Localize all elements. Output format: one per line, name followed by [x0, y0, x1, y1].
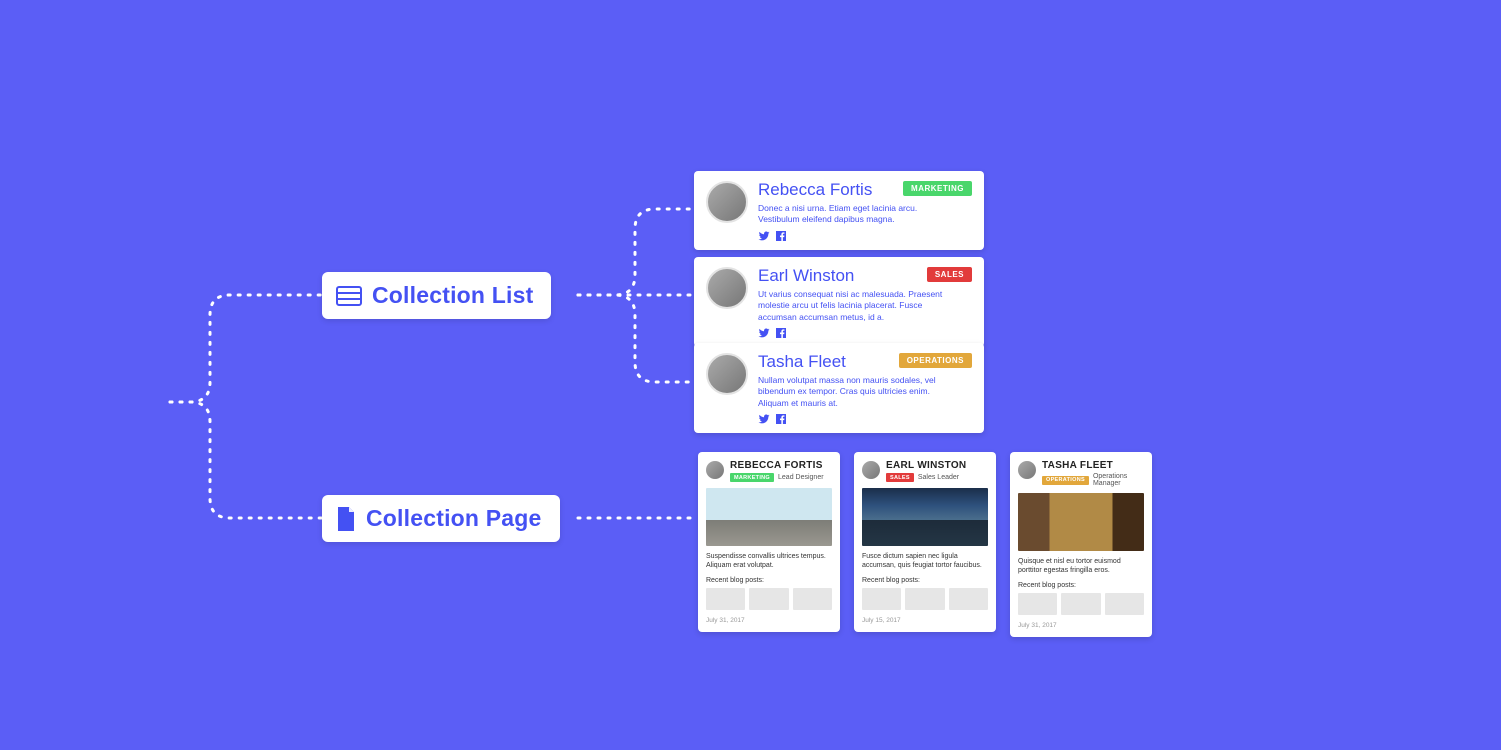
page-summary: Fusce dictum sapien nec ligula accumsan,… [862, 552, 988, 571]
collection-list-text: Collection List [372, 282, 533, 309]
thumbnail [1061, 593, 1100, 615]
list-item: SALES Earl Winston Ut varius consequat n… [694, 257, 984, 347]
page-date: July 31, 2017 [1018, 622, 1144, 629]
page-card: REBECCA FORTIS MARKETING Lead Designer S… [698, 452, 840, 632]
department-badge: MARKETING [730, 473, 774, 482]
department-badge: SALES [927, 267, 972, 282]
department-badge: OPERATIONS [1042, 476, 1089, 485]
list-item: MARKETING Rebecca Fortis Donec a nisi ur… [694, 171, 984, 250]
avatar [706, 181, 748, 223]
thumbnail [749, 588, 788, 610]
department-badge: OPERATIONS [899, 353, 972, 368]
page-date: July 31, 2017 [706, 617, 832, 624]
collection-page-label: Collection Page [322, 495, 560, 542]
hero-image [706, 488, 832, 546]
recent-thumbnails [862, 588, 988, 610]
list-item: OPERATIONS Tasha Fleet Nullam volutpat m… [694, 343, 984, 433]
recent-thumbnails [706, 588, 832, 610]
page-summary: Quisque et nisl eu tortor euismod portti… [1018, 557, 1144, 576]
avatar [706, 353, 748, 395]
department-badge: MARKETING [903, 181, 972, 196]
recent-label: Recent blog posts: [706, 577, 832, 584]
thumbnail [793, 588, 832, 610]
person-desc: Donec a nisi urna. Etiam eget lacinia ar… [758, 203, 948, 226]
page-date: July 15, 2017 [862, 617, 988, 624]
thumbnail [1105, 593, 1144, 615]
person-desc: Ut varius consequat nisi ac malesuada. P… [758, 289, 948, 323]
page-summary: Suspendisse convallis ultrices tempus. A… [706, 552, 832, 571]
thumbnail [949, 588, 988, 610]
thumbnail [1018, 593, 1057, 615]
avatar [706, 267, 748, 309]
thumbnail [706, 588, 745, 610]
person-name: TASHA FLEET [1042, 460, 1144, 471]
thumbnail [862, 588, 901, 610]
list-icon [336, 286, 362, 306]
twitter-icon [758, 327, 770, 339]
avatar [1018, 461, 1036, 479]
recent-thumbnails [1018, 593, 1144, 615]
person-role: Lead Designer [778, 474, 824, 481]
department-badge: SALES [886, 473, 914, 482]
avatar [706, 461, 724, 479]
person-role: Operations Manager [1093, 473, 1144, 487]
recent-label: Recent blog posts: [1018, 582, 1144, 589]
person-desc: Nullam volutpat massa non mauris sodales… [758, 375, 948, 409]
facebook-icon [775, 413, 787, 425]
person-name: REBECCA FORTIS [730, 460, 824, 471]
page-card: EARL WINSTON SALES Sales Leader Fusce di… [854, 452, 996, 632]
page-card: TASHA FLEET OPERATIONS Operations Manage… [1010, 452, 1152, 637]
facebook-icon [775, 230, 787, 242]
avatar [862, 461, 880, 479]
twitter-icon [758, 230, 770, 242]
page-icon [336, 507, 356, 531]
person-name: EARL WINSTON [886, 460, 966, 471]
recent-label: Recent blog posts: [862, 577, 988, 584]
thumbnail [905, 588, 944, 610]
hero-image [1018, 493, 1144, 551]
hero-image [862, 488, 988, 546]
collection-list-label: Collection List [322, 272, 551, 319]
collection-page-text: Collection Page [366, 505, 542, 532]
person-role: Sales Leader [918, 474, 959, 481]
twitter-icon [758, 413, 770, 425]
facebook-icon [775, 327, 787, 339]
